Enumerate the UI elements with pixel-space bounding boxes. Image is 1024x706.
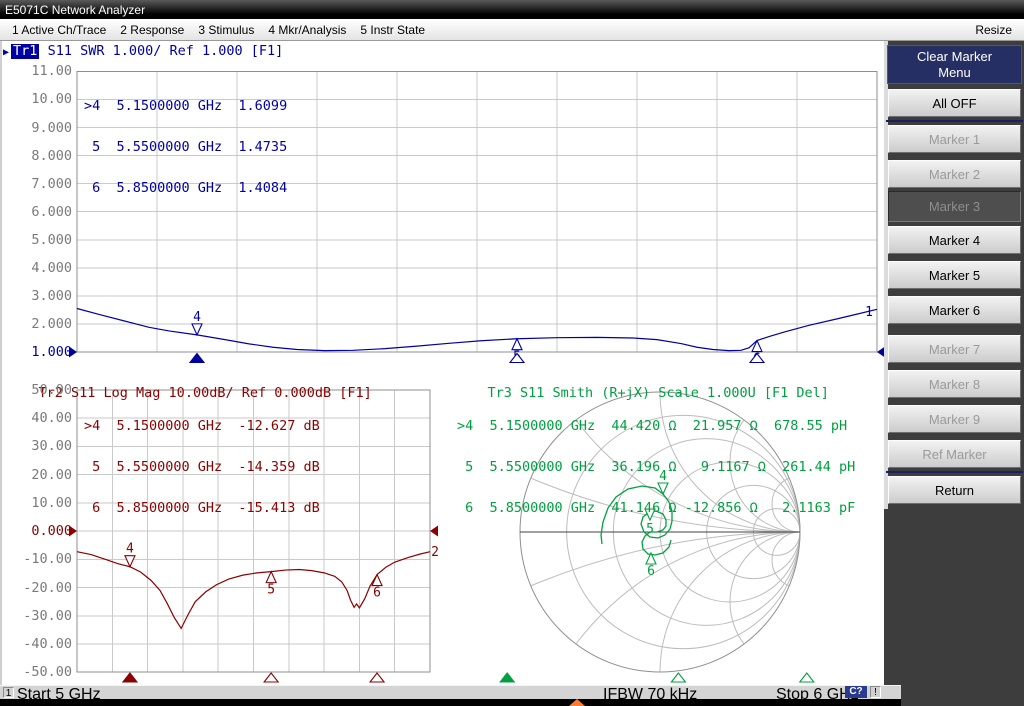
tr3-marker-row: >4 5.1500000 GHz 44.420 Ω 21.957 Ω 678.5… <box>457 420 855 434</box>
y-axis-label: 9.000 <box>2 121 72 135</box>
tr3-marker-readout: >4 5.1500000 GHz 44.420 Ω 21.957 Ω 678.5… <box>457 393 855 543</box>
tr1-marker-row: >4 5.1500000 GHz 1.6099 <box>84 100 287 114</box>
stimulus-marker <box>800 673 814 682</box>
y-axis-label: 8.000 <box>2 149 72 163</box>
sidebar-menu-title-line1: Clear Marker <box>917 49 992 65</box>
stimulus-marker <box>123 673 137 682</box>
y-axis-label: -40.00 <box>2 637 72 651</box>
y-axis-label: -20.00 <box>2 581 72 595</box>
analyzer-window: E5071C Network Analyzer 1 Active Ch/Trac… <box>0 0 1024 706</box>
stimulus-marker <box>370 673 384 682</box>
tr2-marker-row: 5 5.5500000 GHz -14.359 dB <box>84 461 320 475</box>
y-axis-label: 4.000 <box>2 261 72 275</box>
sidebar-menu-title-line2: Menu <box>938 65 971 81</box>
tr1-marker-row: 6 5.8500000 GHz 1.4084 <box>84 182 287 196</box>
sidebar-button-marker-1: Marker 1 <box>888 125 1021 153</box>
y-axis-label: 50.00 <box>2 383 72 397</box>
active-trace-arrow-icon: ▶ <box>3 47 9 58</box>
stimulus-marker <box>190 354 204 363</box>
channel-number-box: 1 <box>3 687 14 698</box>
statusbar <box>0 685 901 699</box>
y-axis-label: 10.00 <box>2 92 72 106</box>
cal-status-badge: C? <box>845 686 867 698</box>
y-axis-label: 3.000 <box>2 289 72 303</box>
sidebar-button-marker-3[interactable]: Marker 3 <box>888 191 1021 222</box>
y-axis-label: 20.00 <box>2 468 72 482</box>
y-axis-label: 7.000 <box>2 177 72 191</box>
y-axis-label: 6.000 <box>2 205 72 219</box>
tr2-marker-readout: >4 5.1500000 GHz -12.627 dB 5 5.5500000 … <box>84 393 320 543</box>
y-axis-label: -50.00 <box>2 665 72 679</box>
ref-level-arrow-icon <box>430 526 438 537</box>
stimulus-marker <box>671 673 685 682</box>
sidebar-button-marker-5[interactable]: Marker 5 <box>888 261 1021 289</box>
sidebar-separator <box>886 471 1023 473</box>
y-axis-label: 5.000 <box>2 233 72 247</box>
tr1-marker-readout: >4 5.1500000 GHz 1.6099 5 5.5500000 GHz … <box>84 73 287 223</box>
sidebar-button-marker-6[interactable]: Marker 6 <box>888 296 1021 324</box>
tr3-marker-row: 6 5.8500000 GHz 41.146 Ω -12.856 Ω 2.116… <box>457 502 855 516</box>
sidebar-button-marker-8: Marker 8 <box>888 370 1021 398</box>
sidebar-menu-title: Clear Marker Menu <box>887 45 1022 84</box>
sidebar-button-return[interactable]: Return <box>888 476 1021 504</box>
stimulus-marker <box>500 673 514 682</box>
stimulus-marker <box>264 673 278 682</box>
sidebar-separator <box>886 120 1023 122</box>
sidebar-button-all-off[interactable]: All OFF <box>888 89 1021 117</box>
y-axis-label: 40.00 <box>2 411 72 425</box>
bottom-strip <box>0 699 901 706</box>
tr2-trace-number: 2 <box>431 545 439 560</box>
tr1-marker-row: 5 5.5500000 GHz 1.4735 <box>84 141 287 155</box>
sidebar-button-marker-2: Marker 2 <box>888 160 1021 188</box>
tr1-chip: Tr1 <box>11 44 39 59</box>
y-axis-label: 1.000 <box>2 345 72 359</box>
tr1-header: ▶Tr1 S11 SWR 1.000/ Ref 1.000 [F1] <box>3 44 283 60</box>
y-axis-label: -30.00 <box>2 609 72 623</box>
y-axis-label: 11.00 <box>2 64 72 78</box>
y-axis-label: 2.000 <box>2 317 72 331</box>
tr2-marker-row: 6 5.8500000 GHz -15.413 dB <box>84 502 320 516</box>
y-axis-label: 30.00 <box>2 439 72 453</box>
y-axis-label: -10.00 <box>2 552 72 566</box>
sidebar-button-marker-7: Marker 7 <box>888 335 1021 363</box>
bottom-orange-marker-icon <box>569 699 585 706</box>
y-axis-label: 0.000 <box>2 524 72 538</box>
sidebar-button-marker-9: Marker 9 <box>888 405 1021 433</box>
sidebar-button-ref-marker: Ref Marker <box>888 440 1021 468</box>
tr3-marker-row: 5 5.5500000 GHz 36.196 Ω 9.1167 Ω 261.44… <box>457 461 855 475</box>
tr1-header-text: S11 SWR 1.000/ Ref 1.000 [F1] <box>48 43 284 59</box>
sidebar-button-marker-4[interactable]: Marker 4 <box>888 226 1021 254</box>
alert-indicator: ! <box>870 686 881 698</box>
tr2-marker-row: >4 5.1500000 GHz -12.627 dB <box>84 420 320 434</box>
y-axis-label: 10.00 <box>2 496 72 510</box>
